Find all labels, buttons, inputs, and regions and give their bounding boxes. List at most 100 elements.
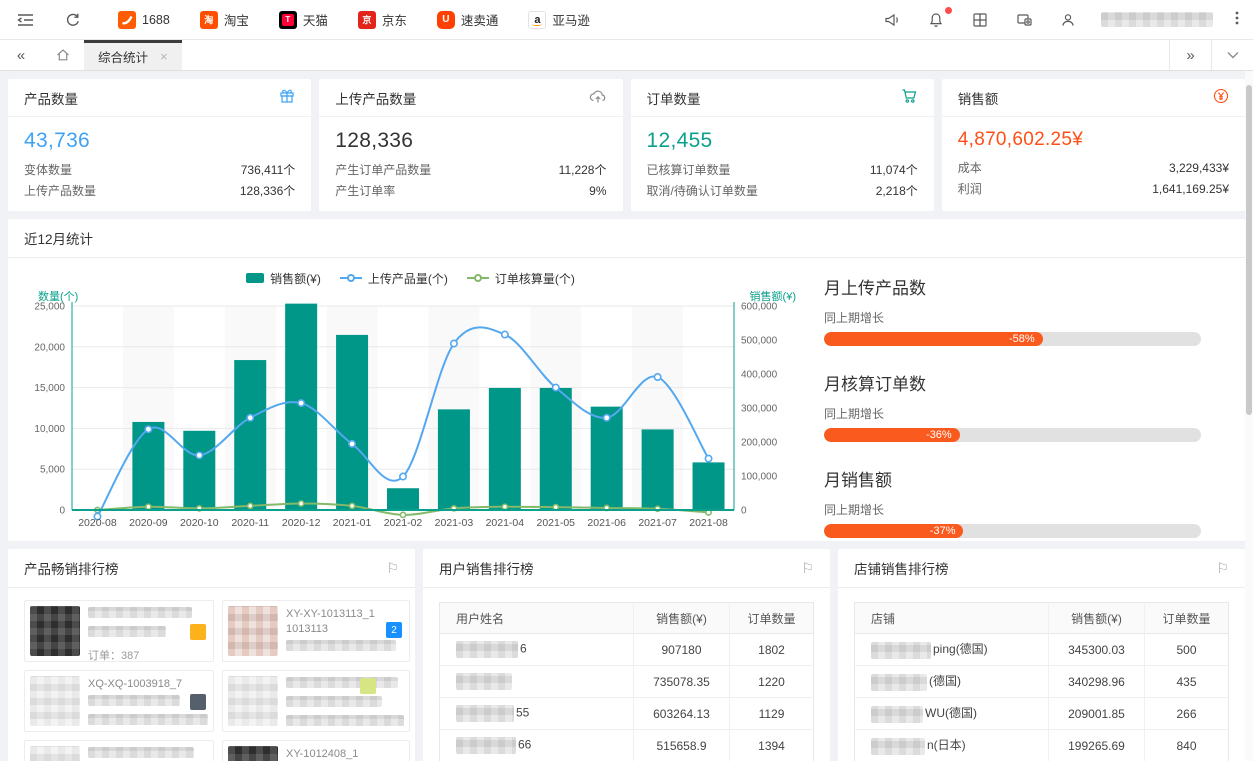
panel-title: 近12月统计	[24, 228, 93, 248]
svg-text:100,000: 100,000	[741, 472, 778, 483]
redacted-name	[871, 706, 923, 723]
growth-uploaded: 月上传产品数 同上期增长 -58%	[824, 274, 1201, 346]
row-value: 128,336个	[240, 182, 295, 199]
main-content: 产品数量 43,736 变体数量736,411个 上传产品数量128,336个 …	[0, 71, 1253, 761]
row-value: 1,641,169.25¥	[1152, 182, 1229, 196]
redacted-name	[871, 642, 931, 659]
tab-comprehensive-statistics[interactable]: 综合统计 ×	[84, 40, 182, 70]
product-code: XQ-XQ-1003918_7	[88, 677, 208, 692]
platform-tab-tmall[interactable]: T 天猫	[279, 0, 328, 40]
count-badge: 2	[386, 622, 402, 638]
growth-sub: 同上期增长	[824, 501, 1201, 518]
panel-title: 产品畅销排行榜	[24, 558, 119, 578]
platform-tab-taobao[interactable]: 淘 淘宝	[200, 0, 249, 40]
sales-cell: 907180	[634, 634, 730, 666]
svg-text:2020-09: 2020-09	[129, 517, 168, 529]
product-card[interactable]	[24, 740, 214, 761]
flag-icon[interactable]: ⚐	[801, 560, 814, 577]
progress-track: -58%	[824, 332, 1201, 346]
tab-menu-caret-icon[interactable]	[1211, 40, 1253, 70]
tmall-icon: T	[279, 11, 297, 29]
kebab-menu-icon[interactable]	[1235, 10, 1239, 29]
col-name: 用户姓名	[440, 603, 634, 634]
notifications-bell-icon[interactable]	[925, 9, 947, 31]
table-row: 55603264.131129	[440, 698, 814, 730]
legend-sales[interactable]: 销售额(¥)	[245, 270, 321, 287]
cart-icon	[901, 88, 918, 107]
orders-cell: 1802	[730, 634, 814, 666]
product-grid: 订单：387 XY-XY-1013113_1 1013113 2 XQ-X	[8, 588, 415, 761]
svg-text:2021-04: 2021-04	[486, 517, 525, 529]
col-sales: 销售额(¥)	[634, 603, 730, 634]
order-count: 订单：387	[88, 647, 208, 663]
svg-text:200,000: 200,000	[741, 438, 778, 449]
gift-icon	[279, 88, 295, 107]
chart-area: 销售额(¥) 上传产品量(个) 订单核算量(个) 05,00010,00015,…	[8, 258, 808, 541]
sales-cell: 199265.69	[1049, 730, 1145, 761]
card-title: 订单数量	[647, 88, 701, 108]
platform-tab-label: 亚马逊	[552, 10, 590, 29]
scrollbar-thumb[interactable]	[1246, 85, 1252, 415]
product-card[interactable]: XQ-XQ-1003918_7	[24, 670, 214, 732]
platform-tab-label: 天猫	[303, 10, 328, 29]
product-image	[228, 676, 278, 726]
collapse-tabs-icon[interactable]: «	[0, 40, 42, 70]
row-value: 9%	[589, 184, 606, 198]
platform-tab-jd[interactable]: 京 京东	[358, 0, 407, 40]
legend-settled[interactable]: 订单核算量(个)	[466, 270, 575, 287]
devices-icon[interactable]	[1013, 9, 1035, 31]
apps-grid-icon[interactable]	[969, 9, 991, 31]
svg-text:2020-10: 2020-10	[180, 517, 219, 529]
row-label: 产生订单率	[335, 182, 395, 199]
user-icon[interactable]	[1057, 9, 1079, 31]
page-scrollbar[interactable]	[1245, 71, 1253, 761]
announcement-icon[interactable]	[881, 9, 903, 31]
col-orders: 订单数量	[730, 603, 814, 634]
legend-uploaded[interactable]: 上传产品量(个)	[339, 270, 448, 287]
svg-text:2021-02: 2021-02	[384, 517, 423, 529]
expand-tabs-icon[interactable]: »	[1169, 40, 1211, 70]
svg-text:数量(个): 数量(个)	[38, 290, 78, 303]
row-label: 取消/待确认订单数量	[647, 182, 758, 199]
col-sales: 销售额(¥)	[1049, 603, 1145, 634]
chart-legend: 销售额(¥) 上传产品量(个) 订单核算量(个)	[16, 266, 804, 290]
name-cell: (德国)	[855, 666, 1049, 698]
progress-track: -37%	[824, 524, 1201, 538]
close-tab-icon[interactable]: ×	[160, 49, 168, 64]
row-label: 已核算订单数量	[647, 161, 731, 178]
shop-ranking-table: 店铺销售额(¥)订单数量ping(德国)345300.03500(德国)3402…	[854, 602, 1229, 761]
top-toolbar: 1688 淘 淘宝 T 天猫 京 京东 U 速卖通 a 亚马逊	[0, 0, 1253, 40]
platform-tab-aliexpress[interactable]: U 速卖通	[437, 0, 499, 40]
svg-text:2020-11: 2020-11	[231, 517, 269, 529]
col-name: 店铺	[855, 603, 1049, 634]
product-card[interactable]: XY-1012408_1	[222, 740, 410, 761]
product-image	[30, 606, 80, 656]
growth-title: 月上传产品数	[824, 274, 1201, 299]
table-row: WU(德国)209001.85266	[855, 698, 1229, 730]
platform-tab-1688[interactable]: 1688	[118, 0, 170, 40]
name-cell: n(日本)	[855, 730, 1049, 761]
flag-icon[interactable]: ⚐	[386, 560, 399, 577]
home-icon[interactable]	[42, 40, 84, 70]
row-label: 变体数量	[24, 161, 72, 178]
1688-icon	[118, 11, 136, 29]
refresh-icon[interactable]	[62, 9, 84, 31]
svg-text:300,000: 300,000	[741, 404, 778, 415]
orders-cell: 435	[1145, 666, 1229, 698]
platform-tab-label: 京东	[382, 10, 407, 29]
product-card[interactable]: 订单：387	[24, 600, 214, 662]
product-code: XY-XY-1013113_1	[286, 607, 404, 622]
menu-fold-icon[interactable]	[14, 9, 36, 31]
orders-cell: 266	[1145, 698, 1229, 730]
product-card[interactable]: XY-XY-1013113_1 1013113 2	[222, 600, 410, 662]
flag-icon[interactable]: ⚐	[1216, 560, 1229, 577]
product-card[interactable]	[222, 670, 410, 732]
growth-orders: 月核算订单数 同上期增长 -36%	[824, 370, 1201, 442]
svg-text:2021-05: 2021-05	[536, 517, 575, 529]
jd-icon: 京	[358, 11, 376, 29]
product-image	[228, 746, 278, 761]
stat-card-sales: 销售额 4,870,602.25¥ 成本3,229,433¥ 利润1,641,1…	[942, 79, 1245, 211]
product-image	[30, 746, 80, 761]
platform-tab-amazon[interactable]: a 亚马逊	[528, 0, 590, 40]
user-ranking-panel: 用户销售排行榜 ⚐ 用户姓名销售额(¥)订单数量6907180180273507…	[423, 549, 830, 761]
